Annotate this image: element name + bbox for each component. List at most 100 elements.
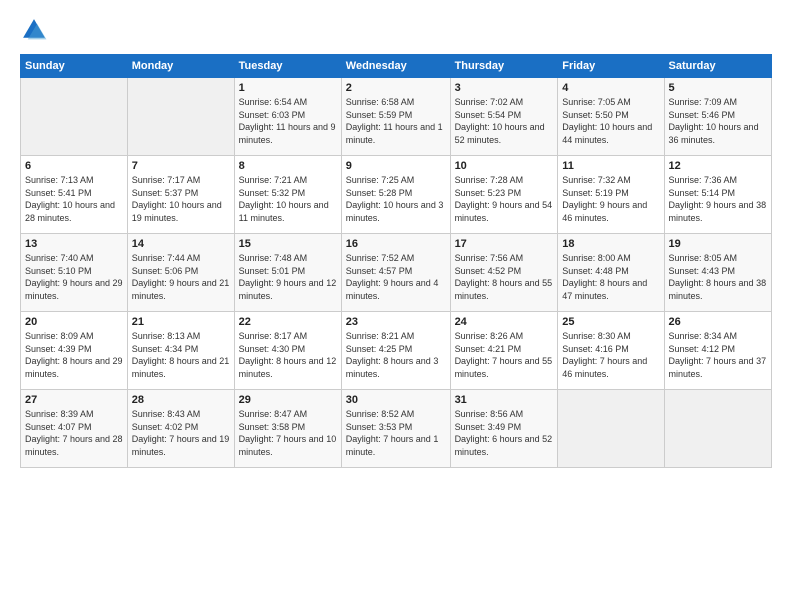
- day-info: Sunrise: 8:13 AMSunset: 4:34 PMDaylight:…: [132, 331, 230, 379]
- header-row: SundayMondayTuesdayWednesdayThursdayFrid…: [21, 55, 772, 78]
- calendar-cell: 4 Sunrise: 7:05 AMSunset: 5:50 PMDayligh…: [558, 78, 664, 156]
- day-number: 23: [346, 316, 446, 328]
- calendar-cell: 21 Sunrise: 8:13 AMSunset: 4:34 PMDaylig…: [127, 312, 234, 390]
- day-info: Sunrise: 7:17 AMSunset: 5:37 PMDaylight:…: [132, 175, 222, 223]
- day-info: Sunrise: 7:28 AMSunset: 5:23 PMDaylight:…: [455, 175, 553, 223]
- day-number: 7: [132, 160, 230, 172]
- day-number: 21: [132, 316, 230, 328]
- day-number: 5: [669, 82, 767, 94]
- day-info: Sunrise: 8:30 AMSunset: 4:16 PMDaylight:…: [562, 331, 647, 379]
- day-number: 30: [346, 394, 446, 406]
- day-info: Sunrise: 6:58 AMSunset: 5:59 PMDaylight:…: [346, 97, 443, 145]
- day-number: 13: [25, 238, 123, 250]
- day-number: 12: [669, 160, 767, 172]
- day-number: 16: [346, 238, 446, 250]
- day-number: 8: [239, 160, 337, 172]
- day-header-monday: Monday: [127, 55, 234, 78]
- day-info: Sunrise: 7:36 AMSunset: 5:14 PMDaylight:…: [669, 175, 767, 223]
- calendar-cell: 17 Sunrise: 7:56 AMSunset: 4:52 PMDaylig…: [450, 234, 558, 312]
- day-number: 29: [239, 394, 337, 406]
- day-number: 20: [25, 316, 123, 328]
- week-row-4: 20 Sunrise: 8:09 AMSunset: 4:39 PMDaylig…: [21, 312, 772, 390]
- day-header-saturday: Saturday: [664, 55, 771, 78]
- day-info: Sunrise: 7:52 AMSunset: 4:57 PMDaylight:…: [346, 253, 439, 301]
- calendar-cell: 27 Sunrise: 8:39 AMSunset: 4:07 PMDaylig…: [21, 390, 128, 468]
- day-info: Sunrise: 7:48 AMSunset: 5:01 PMDaylight:…: [239, 253, 337, 301]
- calendar-cell: 29 Sunrise: 8:47 AMSunset: 3:58 PMDaylig…: [234, 390, 341, 468]
- header: [20, 16, 772, 44]
- day-info: Sunrise: 7:09 AMSunset: 5:46 PMDaylight:…: [669, 97, 759, 145]
- calendar-cell: 3 Sunrise: 7:02 AMSunset: 5:54 PMDayligh…: [450, 78, 558, 156]
- calendar-cell: 10 Sunrise: 7:28 AMSunset: 5:23 PMDaylig…: [450, 156, 558, 234]
- page: SundayMondayTuesdayWednesdayThursdayFrid…: [0, 0, 792, 612]
- calendar-cell: 28 Sunrise: 8:43 AMSunset: 4:02 PMDaylig…: [127, 390, 234, 468]
- week-row-1: 1 Sunrise: 6:54 AMSunset: 6:03 PMDayligh…: [21, 78, 772, 156]
- calendar-cell: [21, 78, 128, 156]
- calendar-cell: 5 Sunrise: 7:09 AMSunset: 5:46 PMDayligh…: [664, 78, 771, 156]
- day-info: Sunrise: 8:34 AMSunset: 4:12 PMDaylight:…: [669, 331, 767, 379]
- day-header-tuesday: Tuesday: [234, 55, 341, 78]
- day-info: Sunrise: 8:43 AMSunset: 4:02 PMDaylight:…: [132, 409, 230, 457]
- calendar-cell: 30 Sunrise: 8:52 AMSunset: 3:53 PMDaylig…: [341, 390, 450, 468]
- day-info: Sunrise: 8:56 AMSunset: 3:49 PMDaylight:…: [455, 409, 553, 457]
- week-row-2: 6 Sunrise: 7:13 AMSunset: 5:41 PMDayligh…: [21, 156, 772, 234]
- day-info: Sunrise: 7:44 AMSunset: 5:06 PMDaylight:…: [132, 253, 230, 301]
- day-info: Sunrise: 7:13 AMSunset: 5:41 PMDaylight:…: [25, 175, 115, 223]
- day-number: 26: [669, 316, 767, 328]
- day-info: Sunrise: 7:21 AMSunset: 5:32 PMDaylight:…: [239, 175, 329, 223]
- day-number: 9: [346, 160, 446, 172]
- day-number: 15: [239, 238, 337, 250]
- day-info: Sunrise: 8:05 AMSunset: 4:43 PMDaylight:…: [669, 253, 767, 301]
- day-header-sunday: Sunday: [21, 55, 128, 78]
- day-number: 11: [562, 160, 659, 172]
- calendar-cell: [127, 78, 234, 156]
- calendar-cell: 19 Sunrise: 8:05 AMSunset: 4:43 PMDaylig…: [664, 234, 771, 312]
- logo: [20, 16, 52, 44]
- calendar-cell: 22 Sunrise: 8:17 AMSunset: 4:30 PMDaylig…: [234, 312, 341, 390]
- calendar-cell: 26 Sunrise: 8:34 AMSunset: 4:12 PMDaylig…: [664, 312, 771, 390]
- calendar-cell: 14 Sunrise: 7:44 AMSunset: 5:06 PMDaylig…: [127, 234, 234, 312]
- day-number: 18: [562, 238, 659, 250]
- day-info: Sunrise: 8:26 AMSunset: 4:21 PMDaylight:…: [455, 331, 553, 379]
- calendar-cell: 18 Sunrise: 8:00 AMSunset: 4:48 PMDaylig…: [558, 234, 664, 312]
- calendar-cell: 25 Sunrise: 8:30 AMSunset: 4:16 PMDaylig…: [558, 312, 664, 390]
- day-info: Sunrise: 7:56 AMSunset: 4:52 PMDaylight:…: [455, 253, 553, 301]
- day-header-friday: Friday: [558, 55, 664, 78]
- day-number: 31: [455, 394, 554, 406]
- day-info: Sunrise: 8:00 AMSunset: 4:48 PMDaylight:…: [562, 253, 647, 301]
- day-number: 14: [132, 238, 230, 250]
- day-info: Sunrise: 7:02 AMSunset: 5:54 PMDaylight:…: [455, 97, 545, 145]
- week-row-5: 27 Sunrise: 8:39 AMSunset: 4:07 PMDaylig…: [21, 390, 772, 468]
- day-info: Sunrise: 6:54 AMSunset: 6:03 PMDaylight:…: [239, 97, 336, 145]
- day-header-wednesday: Wednesday: [341, 55, 450, 78]
- day-number: 17: [455, 238, 554, 250]
- week-row-3: 13 Sunrise: 7:40 AMSunset: 5:10 PMDaylig…: [21, 234, 772, 312]
- day-number: 6: [25, 160, 123, 172]
- day-number: 22: [239, 316, 337, 328]
- day-info: Sunrise: 8:47 AMSunset: 3:58 PMDaylight:…: [239, 409, 337, 457]
- calendar-cell: 24 Sunrise: 8:26 AMSunset: 4:21 PMDaylig…: [450, 312, 558, 390]
- day-number: 4: [562, 82, 659, 94]
- day-number: 28: [132, 394, 230, 406]
- day-number: 2: [346, 82, 446, 94]
- day-info: Sunrise: 7:25 AMSunset: 5:28 PMDaylight:…: [346, 175, 444, 223]
- calendar-cell: 31 Sunrise: 8:56 AMSunset: 3:49 PMDaylig…: [450, 390, 558, 468]
- calendar-cell: 12 Sunrise: 7:36 AMSunset: 5:14 PMDaylig…: [664, 156, 771, 234]
- calendar-cell: 8 Sunrise: 7:21 AMSunset: 5:32 PMDayligh…: [234, 156, 341, 234]
- day-info: Sunrise: 8:52 AMSunset: 3:53 PMDaylight:…: [346, 409, 439, 457]
- calendar-cell: 7 Sunrise: 7:17 AMSunset: 5:37 PMDayligh…: [127, 156, 234, 234]
- calendar-cell: 2 Sunrise: 6:58 AMSunset: 5:59 PMDayligh…: [341, 78, 450, 156]
- day-number: 19: [669, 238, 767, 250]
- calendar-cell: 15 Sunrise: 7:48 AMSunset: 5:01 PMDaylig…: [234, 234, 341, 312]
- calendar-cell: [664, 390, 771, 468]
- calendar-cell: 23 Sunrise: 8:21 AMSunset: 4:25 PMDaylig…: [341, 312, 450, 390]
- day-number: 25: [562, 316, 659, 328]
- day-number: 3: [455, 82, 554, 94]
- day-number: 24: [455, 316, 554, 328]
- day-header-thursday: Thursday: [450, 55, 558, 78]
- calendar-cell: 6 Sunrise: 7:13 AMSunset: 5:41 PMDayligh…: [21, 156, 128, 234]
- calendar-cell: 16 Sunrise: 7:52 AMSunset: 4:57 PMDaylig…: [341, 234, 450, 312]
- calendar-cell: 1 Sunrise: 6:54 AMSunset: 6:03 PMDayligh…: [234, 78, 341, 156]
- day-number: 27: [25, 394, 123, 406]
- day-info: Sunrise: 7:40 AMSunset: 5:10 PMDaylight:…: [25, 253, 123, 301]
